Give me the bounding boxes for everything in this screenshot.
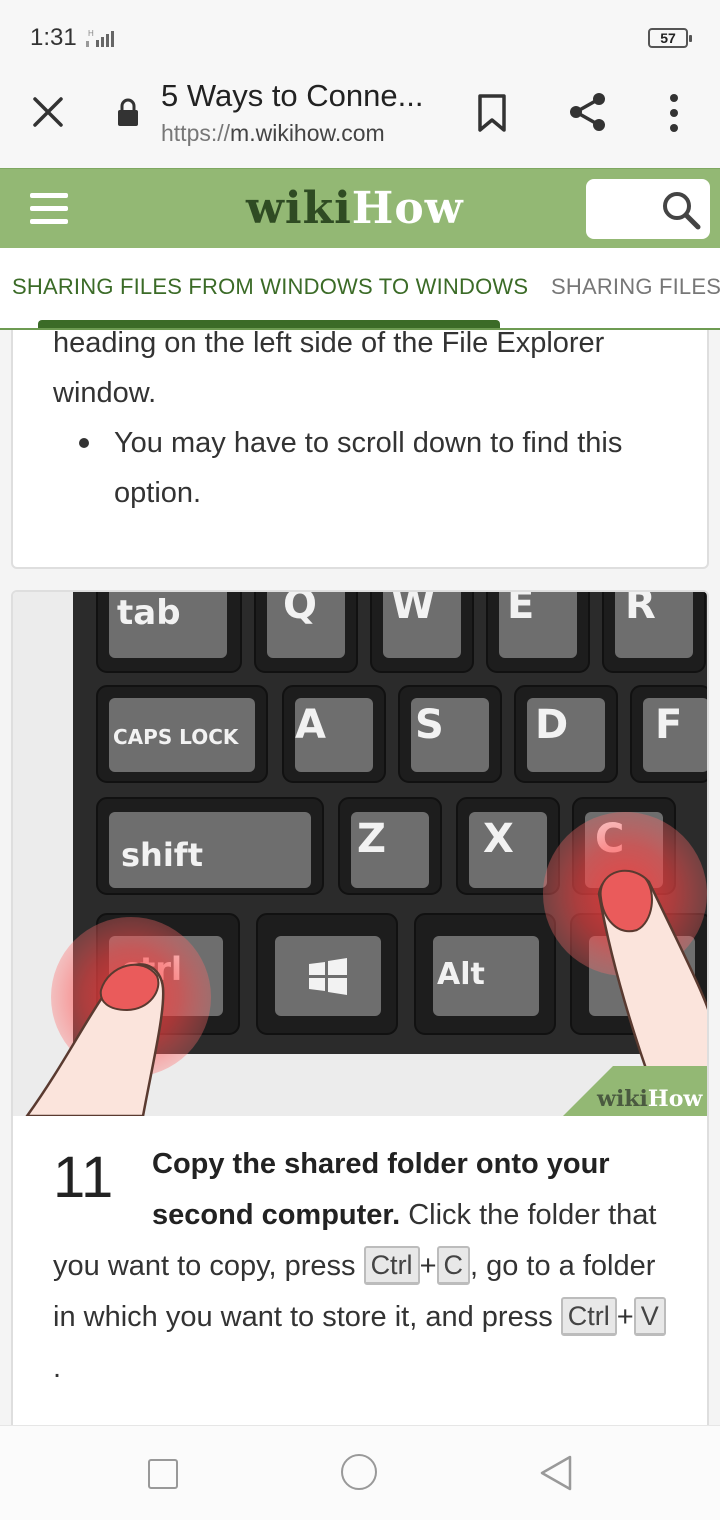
key-label: Alt xyxy=(437,957,485,992)
search-icon[interactable] xyxy=(660,189,702,231)
more-vert-icon[interactable] xyxy=(660,92,688,134)
watermark-how: How xyxy=(648,1086,703,1112)
previous-step-card: heading on the left side of the File Exp… xyxy=(11,330,709,569)
step-text: Copy the shared folder onto your second … xyxy=(53,1139,673,1394)
recent-apps-icon[interactable] xyxy=(148,1459,178,1489)
key-label: F xyxy=(655,702,682,748)
previous-step-text: heading on the left side of the File Exp… xyxy=(53,330,605,409)
key-label: W xyxy=(391,592,435,628)
hamburger-icon[interactable] xyxy=(30,193,68,225)
bullet-text: You may have to scroll down to find this… xyxy=(114,427,623,509)
battery-icon: 57 xyxy=(648,28,692,48)
step-body-3: . xyxy=(53,1352,62,1384)
bookmark-icon[interactable] xyxy=(474,92,510,134)
url-protocol: https:// xyxy=(161,120,231,146)
key-label: S xyxy=(415,702,444,748)
article-content: heading on the left side of the File Exp… xyxy=(0,330,720,1425)
key-label: CAPS LOCK xyxy=(113,725,240,749)
key-label: A xyxy=(295,702,326,748)
step-card: tab Q W E R CAPS LOCK A S D F shift Z X … xyxy=(11,590,709,1425)
url-display[interactable]: https://m.wikihow.com xyxy=(161,120,385,147)
key-ctrl: Ctrl xyxy=(363,1246,420,1285)
svg-text:H: H xyxy=(88,29,94,38)
key-label: X xyxy=(483,816,514,862)
key-label: Z xyxy=(357,816,386,862)
key-label: tab xyxy=(117,593,181,633)
status-time: 1:31 xyxy=(30,24,77,51)
system-navigation-bar xyxy=(0,1425,720,1520)
signal-icon: H xyxy=(86,29,114,47)
key-ctrl: Ctrl xyxy=(560,1297,617,1336)
search-input[interactable] xyxy=(586,179,710,239)
back-icon[interactable] xyxy=(538,1454,574,1492)
key-label: Q xyxy=(283,592,317,628)
page-title[interactable]: 5 Ways to Conne... xyxy=(161,78,423,114)
method-tabs: SHARING FILES FROM WINDOWS TO WINDOWS SH… xyxy=(0,248,720,330)
home-icon[interactable] xyxy=(341,1454,377,1490)
logo-how: How xyxy=(351,183,464,234)
active-tab-indicator xyxy=(38,320,500,328)
browser-toolbar: 5 Ways to Conne... https://m.wikihow.com xyxy=(0,70,720,168)
tab-windows-to-windows[interactable]: SHARING FILES FROM WINDOWS TO WINDOWS xyxy=(12,274,528,300)
logo-wiki: wiki xyxy=(246,183,352,234)
site-header: wikiHow xyxy=(0,168,720,248)
plus-sign: + xyxy=(419,1250,437,1282)
site-logo[interactable]: wikiHow xyxy=(246,183,464,234)
watermark-wiki: wiki xyxy=(596,1086,648,1112)
key-label: E xyxy=(507,592,534,628)
key-c: C xyxy=(436,1246,470,1285)
key-v: V xyxy=(633,1297,666,1336)
keyboard-illustration: tab Q W E R CAPS LOCK A S D F shift Z X … xyxy=(13,592,707,1116)
key-label: shift xyxy=(121,836,203,874)
lock-icon xyxy=(118,98,138,126)
plus-sign: + xyxy=(616,1301,634,1333)
close-icon[interactable] xyxy=(28,92,68,132)
url-host: m.wikihow.com xyxy=(230,120,385,146)
svg-text:wikiHow: wikiHow xyxy=(596,1086,703,1112)
share-icon[interactable] xyxy=(566,90,610,134)
bullet-icon xyxy=(79,438,89,448)
key-label: D xyxy=(535,702,568,748)
status-bar: 1:31 H 57 xyxy=(0,0,720,70)
key-label: R xyxy=(625,592,656,628)
tab-sharing-files[interactable]: SHARING FILES xyxy=(551,274,720,300)
